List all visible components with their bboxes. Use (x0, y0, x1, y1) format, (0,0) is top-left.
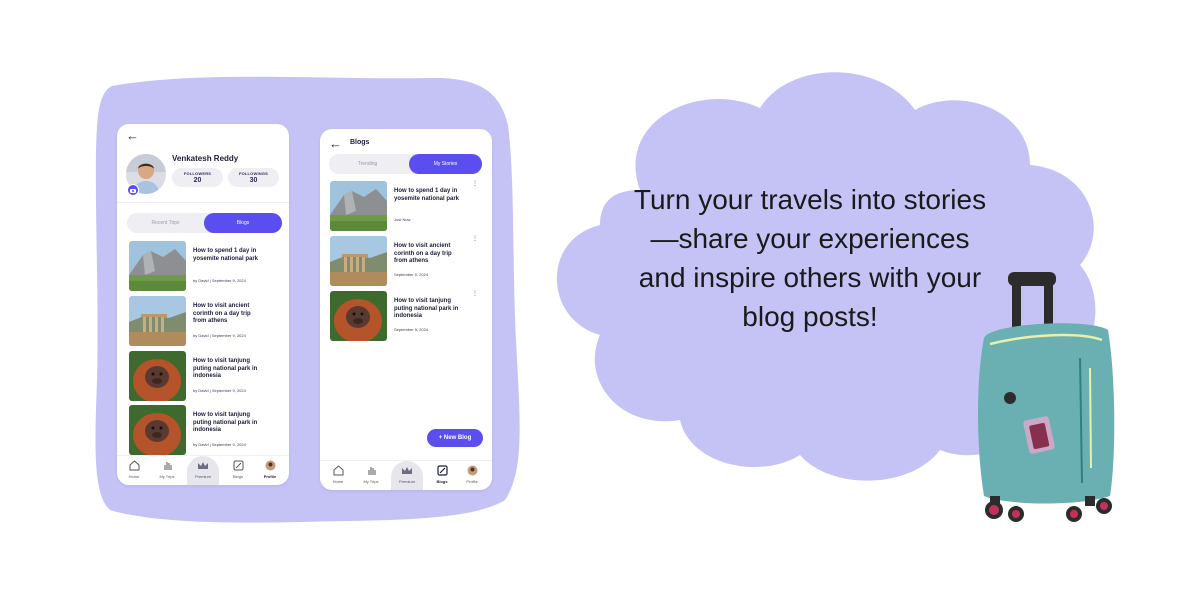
thumbnail-ruins (129, 296, 186, 346)
nav-premium[interactable]: Premium (392, 465, 422, 484)
home-icon (333, 465, 343, 476)
crown-icon (402, 467, 412, 474)
nav-blogs[interactable]: Blogs (427, 465, 457, 484)
nav-my-trips[interactable]: My Trips (152, 460, 182, 479)
nav-my-trips[interactable]: My Trips (356, 465, 386, 484)
nav-profile[interactable]: Profile (255, 460, 285, 479)
user-name: Venkatesh Reddy (172, 154, 239, 163)
followings-label: FOLLOWINGS (238, 171, 269, 176)
nav-blogs-label: Blogs (232, 474, 243, 479)
new-blog-button[interactable]: + New Blog (427, 429, 483, 447)
edit-icon (233, 460, 243, 471)
suitcase-illustration (978, 272, 1115, 522)
tagline-text: Turn your travels into stories—share you… (633, 184, 987, 332)
more-options-icon[interactable]: ⋮ (472, 236, 478, 242)
blogs-tabs: Trending My Stories (329, 154, 482, 174)
list-item[interactable]: How to visit tanjung puting national par… (129, 351, 289, 401)
nav-profile-label: Profile (263, 474, 277, 479)
post-title: How to visit tanjung puting national par… (394, 298, 459, 319)
nav-my-trips-label: My Trips (159, 474, 175, 479)
nav-premium[interactable]: Premium (188, 460, 218, 479)
post-meta: September 9, 2024 (394, 272, 429, 277)
list-item[interactable]: How to spend 1 day in yosemite national … (330, 181, 490, 231)
list-item[interactable]: How to visit ancient corinth on a day tr… (129, 296, 289, 346)
nav-home-label: Home (332, 479, 344, 484)
profile-tabs: Recent Trips Blogs (127, 213, 282, 233)
list-item[interactable]: How to visit tanjung puting national par… (330, 291, 490, 341)
nav-home-label: Home (128, 474, 140, 479)
list-item[interactable]: How to visit ancient corinth on a day tr… (330, 236, 490, 286)
edit-icon (436, 465, 448, 476)
blogs-screen: ← Blogs Trending My Stories How to spend… (320, 129, 492, 490)
camera-icon[interactable] (127, 184, 139, 196)
nav-home[interactable]: Home (323, 465, 353, 484)
thumbnail-ruins (330, 236, 387, 286)
followers-label: FOLLOWERS (183, 171, 212, 176)
post-title: How to visit ancient corinth on a day tr… (193, 303, 251, 324)
post-title: How to visit ancient corinth on a day tr… (394, 243, 452, 264)
tab-my-stories[interactable]: My Stories (409, 154, 482, 174)
nav-premium-label: Premium (194, 474, 211, 479)
avatar-icon (467, 465, 477, 476)
bottom-nav: Home My Trips Premium Blogs Profile (117, 455, 289, 485)
nav-premium-label: Premium (398, 479, 415, 484)
profile-avatar[interactable] (126, 154, 166, 196)
followings-stat[interactable]: FOLLOWINGS 30 (228, 168, 279, 187)
post-meta: by David | September 9, 2024 (193, 388, 246, 393)
bottom-nav: Home My Trips Premium Blogs Profile (320, 460, 492, 490)
nav-blogs-label: Blogs (436, 479, 448, 484)
post-meta: September 9, 2024 (394, 327, 429, 332)
profile-screen: ← Venkatesh Reddy FOLLOWERS 20 FOLLOWING… (117, 124, 289, 485)
post-meta: Just Now (394, 217, 411, 222)
followers-count: 20 (193, 177, 202, 184)
post-meta: by David | September 9, 2024 (193, 442, 246, 447)
nav-home[interactable]: Home (119, 460, 149, 479)
avatar-icon (265, 460, 275, 471)
post-title: How to visit tanjung puting national par… (193, 358, 258, 379)
post-meta: by David | September 9, 2024 (193, 278, 246, 283)
more-options-icon[interactable]: ⋮ (472, 181, 478, 187)
thumbnail-orangutan (129, 351, 186, 401)
home-icon (129, 460, 139, 471)
nav-my-trips-label: My Trips (363, 479, 379, 484)
crown-icon (198, 462, 208, 469)
nav-profile-label: Profile (466, 479, 478, 484)
list-item[interactable]: How to spend 1 day in yosemite national … (129, 241, 289, 291)
nav-blogs[interactable]: Blogs (223, 460, 253, 479)
nav-profile[interactable]: Profile (457, 465, 487, 484)
tab-recent-trips[interactable]: Recent Trips (127, 213, 204, 233)
back-arrow-icon[interactable]: ← (329, 137, 342, 150)
post-title: How to spend 1 day in yosemite national … (193, 248, 259, 262)
thumbnail-mountain (129, 241, 186, 291)
hand-icon (368, 467, 375, 475)
thumbnail-orangutan (330, 291, 387, 341)
post-title: How to spend 1 day in yosemite national … (394, 188, 460, 202)
post-meta: by David | September 9, 2024 (193, 333, 246, 338)
divider (117, 202, 289, 203)
thumbnail-orangutan (129, 405, 186, 455)
more-options-icon[interactable]: ⋮ (472, 291, 478, 297)
page-title: Blogs (350, 139, 370, 146)
hand-icon (164, 462, 171, 470)
post-title: How to visit tanjung puting national par… (193, 412, 258, 433)
followings-count: 30 (249, 177, 258, 184)
tab-blogs[interactable]: Blogs (204, 213, 282, 233)
thumbnail-mountain (330, 181, 387, 231)
back-arrow-icon[interactable]: ← (126, 129, 139, 142)
followers-stat[interactable]: FOLLOWERS 20 (172, 168, 223, 187)
tab-trending[interactable]: Trending (329, 154, 406, 174)
list-item[interactable]: How to visit tanjung puting national par… (129, 405, 289, 455)
